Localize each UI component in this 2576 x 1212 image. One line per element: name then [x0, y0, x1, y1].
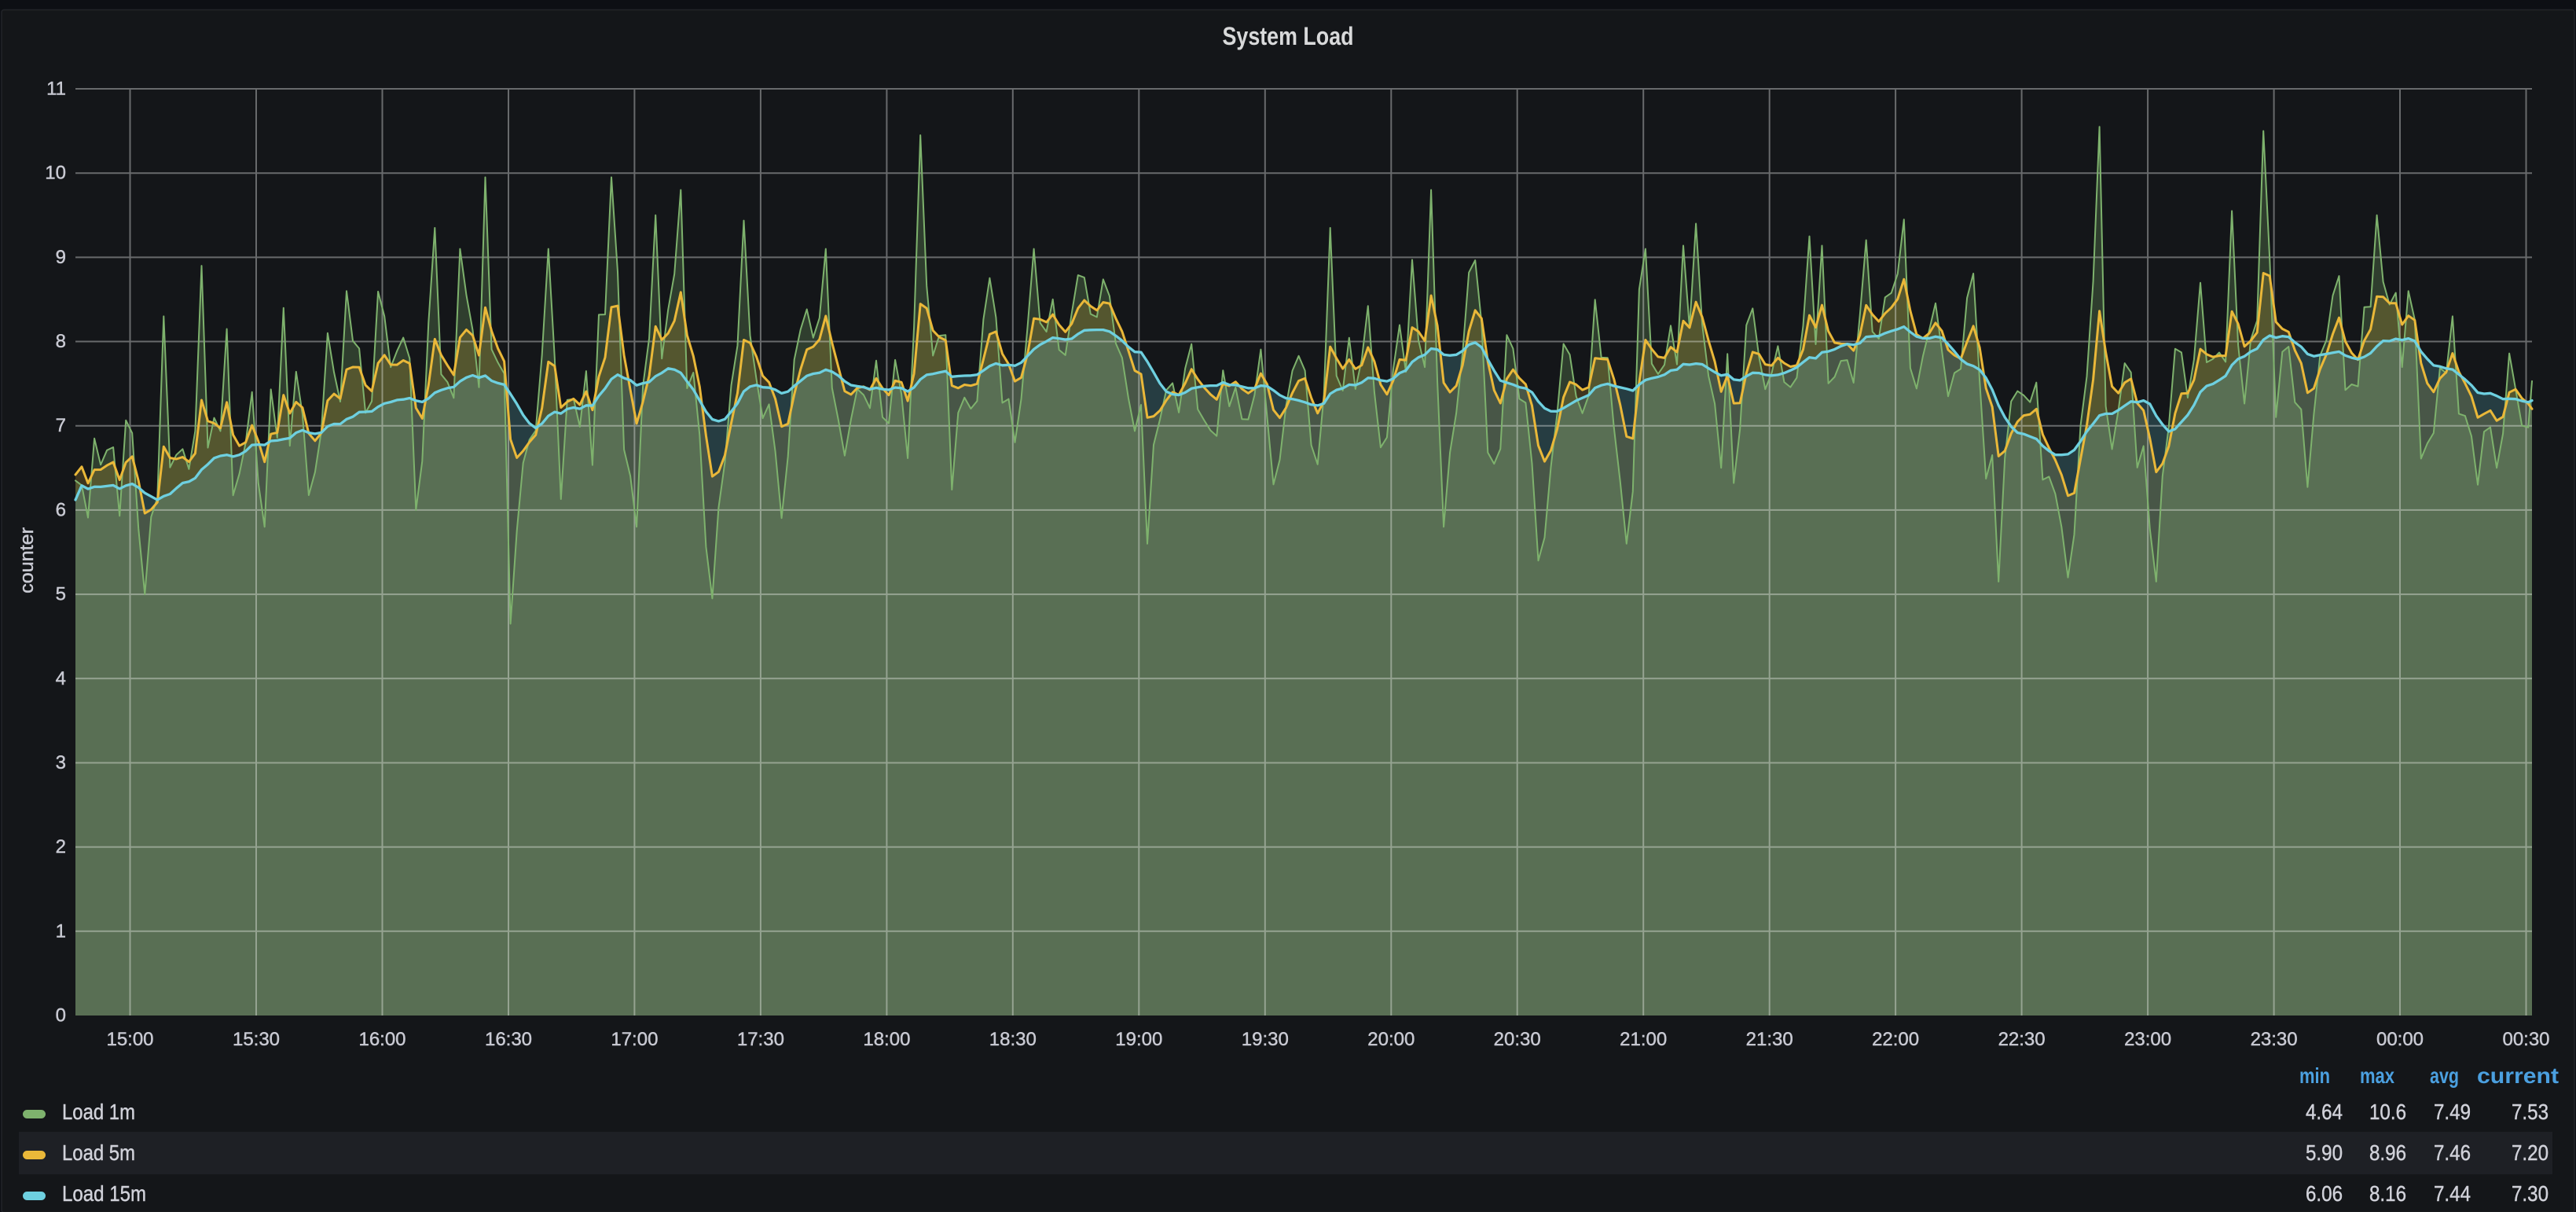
svg-text:4.64: 4.64 — [2306, 1100, 2343, 1124]
svg-text:19:30: 19:30 — [1242, 1029, 1289, 1050]
svg-text:17:00: 17:00 — [611, 1029, 658, 1050]
svg-text:Load 1m: Load 1m — [62, 1100, 135, 1124]
svg-text:22:30: 22:30 — [1998, 1029, 2046, 1050]
svg-text:18:00: 18:00 — [863, 1029, 910, 1050]
svg-text:7: 7 — [56, 415, 66, 436]
svg-text:Load 15m: Load 15m — [62, 1181, 146, 1206]
svg-text:15:00: 15:00 — [106, 1029, 153, 1050]
svg-text:avg: avg — [2430, 1063, 2459, 1088]
svg-text:max: max — [2360, 1063, 2394, 1088]
svg-text:5: 5 — [56, 584, 66, 605]
svg-text:Load 5m: Load 5m — [62, 1140, 135, 1165]
svg-text:7.20: 7.20 — [2512, 1140, 2548, 1165]
svg-text:8: 8 — [56, 331, 66, 352]
svg-text:9: 9 — [56, 247, 66, 268]
svg-text:16:00: 16:00 — [358, 1029, 405, 1050]
svg-text:3: 3 — [56, 752, 66, 773]
svg-text:21:30: 21:30 — [1746, 1029, 1793, 1050]
svg-text:2: 2 — [56, 836, 66, 858]
svg-text:7.53: 7.53 — [2512, 1100, 2548, 1124]
svg-text:16:30: 16:30 — [485, 1029, 532, 1050]
svg-text:22:00: 22:00 — [1872, 1029, 1919, 1050]
svg-text:20:00: 20:00 — [1367, 1029, 1415, 1050]
svg-text:8.96: 8.96 — [2369, 1140, 2406, 1165]
svg-text:19:00: 19:00 — [1115, 1029, 1162, 1050]
svg-text:23:00: 23:00 — [2124, 1029, 2171, 1050]
svg-text:10.6: 10.6 — [2369, 1100, 2406, 1124]
svg-text:21:00: 21:00 — [1620, 1029, 1667, 1050]
svg-text:0: 0 — [56, 1005, 66, 1027]
svg-text:23:30: 23:30 — [2251, 1029, 2298, 1050]
svg-text:15:30: 15:30 — [233, 1029, 280, 1050]
svg-text:6.06: 6.06 — [2306, 1181, 2343, 1206]
svg-text:5.90: 5.90 — [2306, 1140, 2343, 1165]
svg-text:min: min — [2299, 1063, 2330, 1088]
svg-text:1: 1 — [56, 920, 66, 942]
svg-text:17:30: 17:30 — [737, 1029, 784, 1050]
svg-text:8.16: 8.16 — [2369, 1181, 2406, 1206]
svg-text:current: current — [2477, 1063, 2559, 1088]
svg-text:00:30: 00:30 — [2502, 1029, 2549, 1050]
svg-text:7.46: 7.46 — [2434, 1140, 2471, 1165]
svg-text:10: 10 — [45, 163, 66, 184]
svg-text:00:00: 00:00 — [2376, 1029, 2424, 1050]
svg-text:18:30: 18:30 — [989, 1029, 1037, 1050]
svg-text:11: 11 — [46, 79, 66, 100]
svg-text:System Load: System Load — [1223, 22, 1354, 50]
svg-text:20:30: 20:30 — [1494, 1029, 1541, 1050]
svg-text:6: 6 — [56, 499, 66, 520]
svg-text:4: 4 — [56, 668, 66, 689]
svg-text:7.49: 7.49 — [2434, 1100, 2471, 1124]
svg-text:7.44: 7.44 — [2434, 1181, 2471, 1206]
svg-text:7.30: 7.30 — [2512, 1181, 2548, 1206]
svg-text:counter: counter — [17, 527, 38, 593]
